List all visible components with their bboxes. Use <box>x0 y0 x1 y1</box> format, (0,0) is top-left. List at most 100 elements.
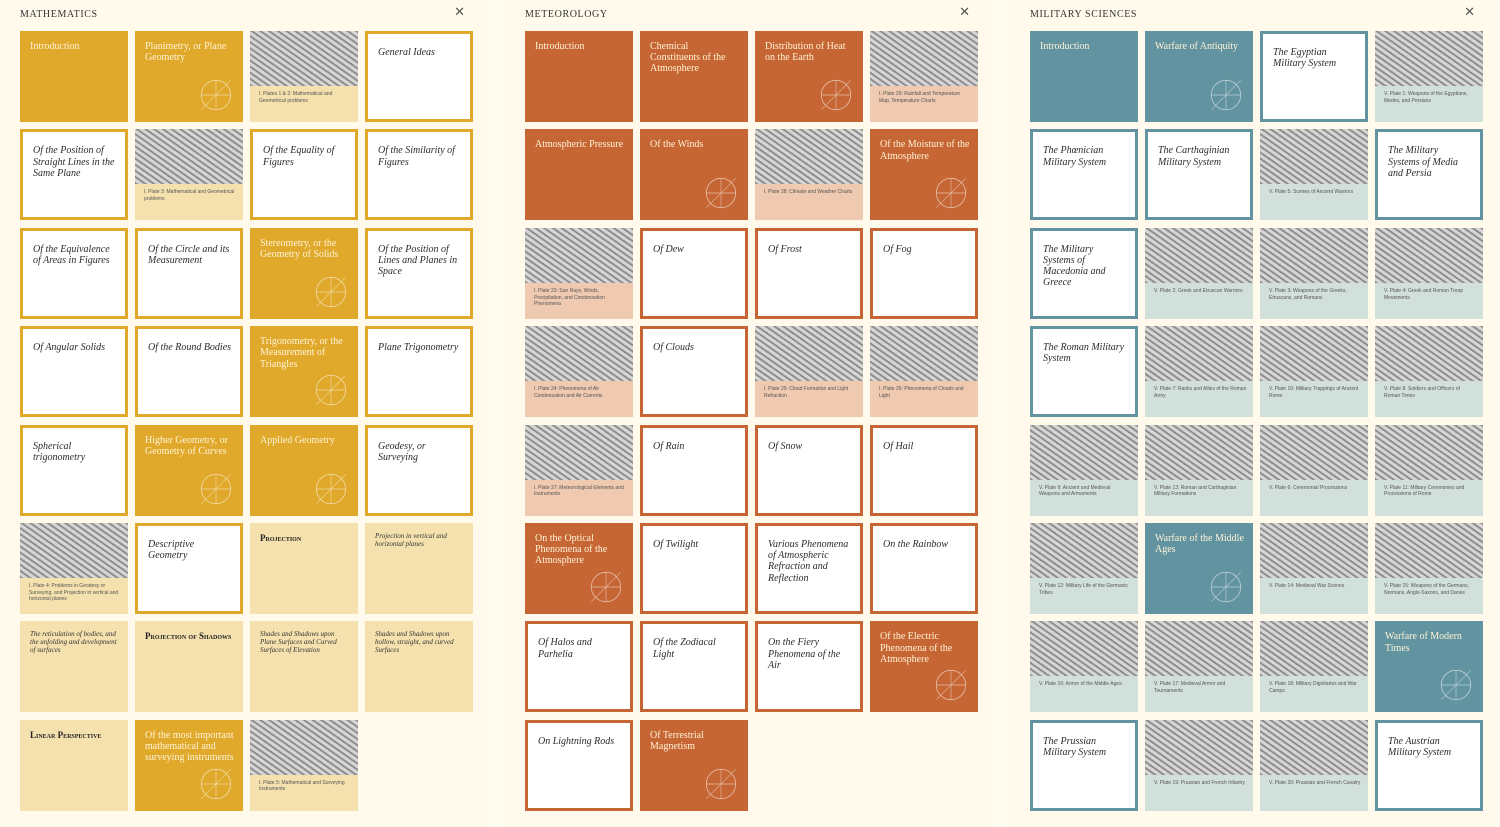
plate-tile[interactable]: I. Plate 29: Rainfall and Temperature Ma… <box>870 31 978 122</box>
topic-tile[interactable]: Of Fog <box>870 227 978 319</box>
plate-tile[interactable]: I. Plate 24: Phenomena of Air Condensati… <box>525 326 633 418</box>
plate-tile[interactable]: V. Plate 5: Scenes of Ancient Warriors <box>1260 129 1368 221</box>
plate-engraving-image <box>1260 522 1368 578</box>
plate-tile[interactable]: V. Plate 4: Greek and Roman Troop Moveme… <box>1375 227 1483 319</box>
section-tile[interactable]: Stereometry, or the Geometry of Solids <box>250 227 358 319</box>
section-tile[interactable]: On the Optical Phenomena of the Atmosphe… <box>525 522 633 614</box>
topic-tile[interactable]: Of Snow <box>755 424 863 516</box>
subtopic-tile[interactable]: Shades and Shadows upon hollow, straight… <box>365 621 473 713</box>
section-tile[interactable]: Warfare of the Middle Ages <box>1145 522 1253 614</box>
topic-tile[interactable]: The Military Systems of Macedonia and Gr… <box>1030 227 1138 319</box>
plate-tile[interactable]: V. Plate 11: Military Ceremonies and Pro… <box>1375 424 1483 516</box>
section-tile[interactable]: Introduction <box>525 31 633 122</box>
section-tile[interactable]: Of the Electric Phenomena of the Atmosph… <box>870 621 978 713</box>
subtopic-tile[interactable]: Linear Perspective <box>20 719 128 811</box>
plate-engraving-image <box>525 424 633 480</box>
plate-tile[interactable]: V. Plate 10: Military Trappings of Ancie… <box>1260 326 1368 418</box>
section-tile[interactable]: Atmospheric Pressure <box>525 129 633 221</box>
topic-tile[interactable]: Descriptive Geometry <box>135 522 243 614</box>
plate-tile[interactable]: I. Plate 23: Sun Rays, Winds, Precipitat… <box>525 227 633 319</box>
plate-tile[interactable]: V. Plate 6: Ceremonial Processions <box>1260 424 1368 516</box>
plate-tile[interactable]: I. Plates 1 & 2: Mathematical and Geomet… <box>250 31 358 122</box>
plate-tile[interactable]: V. Plate 2: Greek and Etruscan Warriors <box>1145 227 1253 319</box>
plate-tile[interactable]: I. Plate 27: Meteorological Elements and… <box>525 424 633 516</box>
plate-tile[interactable]: V. Plate 19: Prussian and French Infantr… <box>1145 719 1253 811</box>
plate-tile[interactable]: V. Plate 12: Military Life of the German… <box>1030 522 1138 614</box>
topic-tile[interactable]: Of the Position of Lines and Planes in S… <box>365 227 473 319</box>
topic-tile[interactable]: Of the Position of Straight Lines in the… <box>20 129 128 221</box>
topic-tile[interactable]: The Carthaginian Military System <box>1145 129 1253 221</box>
plate-tile[interactable]: V. Plate 16: Armor of the Middle Ages <box>1030 621 1138 713</box>
topic-tile[interactable]: Geodesy, or Surveying <box>365 424 473 516</box>
plate-tile[interactable]: I. Plate 26: Phenomena of Clouds and Lig… <box>870 326 978 418</box>
topic-tile[interactable]: Of the Round Bodies <box>135 326 243 418</box>
topic-tile[interactable]: Of Halos and Parhelia <box>525 621 633 713</box>
topic-tile[interactable]: The Prussian Military System <box>1030 719 1138 811</box>
topic-tile[interactable]: Of the Circle and its Measurement <box>135 227 243 319</box>
topic-tile[interactable]: On the Fiery Phenomena of the Air <box>755 621 863 713</box>
section-tile[interactable]: Warfare of Antiquity <box>1145 31 1253 122</box>
section-tile[interactable]: Of the Winds <box>640 129 748 221</box>
tile-label: Planimetry, or Plane Geometry <box>145 41 227 64</box>
subtopic-tile[interactable]: The reticulation of bodies, and the unfo… <box>20 621 128 713</box>
topic-tile[interactable]: Plane Trigonometry <box>365 326 473 418</box>
plate-tile[interactable]: I. Plate 3: Mathematical and Geometrical… <box>135 129 243 221</box>
topic-tile[interactable]: Of Hail <box>870 424 978 516</box>
topic-tile[interactable]: Of Rain <box>640 424 748 516</box>
section-tile[interactable]: Chemical Constituents of the Atmosphere <box>640 31 748 122</box>
plate-caption: V. Plate 1: Weapons of the Egyptians, Me… <box>1384 91 1468 104</box>
topic-tile[interactable]: The Phœnician Military System <box>1030 129 1138 221</box>
topic-tile[interactable]: On Lightning Rods <box>525 719 633 811</box>
plate-tile[interactable]: I. Plate 25: Cloud Formation and Light R… <box>755 326 863 418</box>
section-tile[interactable]: Introduction <box>1030 31 1138 122</box>
topic-tile[interactable]: General Ideas <box>365 31 473 122</box>
plate-tile[interactable]: V. Plate 14: Medieval War Scenes <box>1260 522 1368 614</box>
topic-tile[interactable]: Various Phenomena of Atmospheric Refract… <box>755 522 863 614</box>
topic-tile[interactable]: Of Angular Solids <box>20 326 128 418</box>
close-icon[interactable]: ✕ <box>959 5 970 20</box>
close-icon[interactable]: ✕ <box>454 5 465 20</box>
section-tile[interactable]: Of the Moisture of the Atmosphere <box>870 129 978 221</box>
plate-tile[interactable]: V. Plate 13: Roman and Carthaginian Mili… <box>1145 424 1253 516</box>
topic-tile[interactable]: Of the Equivalence of Areas in Figures <box>20 227 128 319</box>
section-tile[interactable]: Warfare of Modern Times <box>1375 621 1483 713</box>
topic-tile[interactable]: The Military Systems of Media and Persia <box>1375 129 1483 221</box>
plate-tile[interactable]: V. Plate 15: Weapons of the Germans, Nor… <box>1375 522 1483 614</box>
plate-tile[interactable]: I. Plate 4: Problems in Geodesy or Surve… <box>20 522 128 614</box>
section-tile[interactable]: Trigonometry, or the Measurement of Tria… <box>250 326 358 418</box>
plate-tile[interactable]: V. Plate 1: Weapons of the Egyptians, Me… <box>1375 31 1483 122</box>
topic-tile[interactable]: Of Clouds <box>640 326 748 418</box>
topic-tile[interactable]: Of the Zodiacal Light <box>640 621 748 713</box>
topic-tile[interactable]: Spherical trigonometry <box>20 424 128 516</box>
topic-tile[interactable]: Of the Similarity of Figures <box>365 129 473 221</box>
topic-tile[interactable]: The Roman Military System <box>1030 326 1138 418</box>
plate-tile[interactable]: V. Plate 18: Military Dignitaries and Wa… <box>1260 621 1368 713</box>
plate-tile[interactable]: V. Plate 9: Ancient and Medieval Weapons… <box>1030 424 1138 516</box>
topic-tile[interactable]: Of Frost <box>755 227 863 319</box>
section-tile[interactable]: Of Terrestrial Magnetism <box>640 719 748 811</box>
close-icon[interactable]: ✕ <box>1464 5 1475 20</box>
section-tile[interactable]: Of the most important mathematical and s… <box>135 719 243 811</box>
topic-tile[interactable]: The Austrian Military System <box>1375 719 1483 811</box>
plate-tile[interactable]: I. Plate 5: Mathematical and Surveying I… <box>250 719 358 811</box>
plate-tile[interactable]: V. Plate 20: Prussian and French Cavalry <box>1260 719 1368 811</box>
topic-tile[interactable]: Of Dew <box>640 227 748 319</box>
section-tile[interactable]: Distribution of Heat on the Earth <box>755 31 863 122</box>
plate-tile[interactable]: V. Plate 7: Ranks and Allies of the Roma… <box>1145 326 1253 418</box>
section-tile[interactable]: Planimetry, or Plane Geometry <box>135 31 243 122</box>
plate-tile[interactable]: V. Plate 8: Soldiers and Officers of Rom… <box>1375 326 1483 418</box>
topic-tile[interactable]: On the Rainbow <box>870 522 978 614</box>
topic-tile[interactable]: The Egyptian Military System <box>1260 31 1368 122</box>
topic-tile[interactable]: Of the Equality of Figures <box>250 129 358 221</box>
plate-tile[interactable]: I. Plate 28: Climate and Weather Charts <box>755 129 863 221</box>
plate-tile[interactable]: V. Plate 17: Medieval Armor and Tourname… <box>1145 621 1253 713</box>
subtopic-tile[interactable]: Shades and Shadows upon Plane Surfaces a… <box>250 621 358 713</box>
section-tile[interactable]: Introduction <box>20 31 128 122</box>
subtopic-tile[interactable]: Projection of Shadows <box>135 621 243 713</box>
topic-tile[interactable]: Of Twilight <box>640 522 748 614</box>
subtopic-tile[interactable]: Projection <box>250 522 358 614</box>
plate-tile[interactable]: V. Plate 3: Weapons of the Greeks, Etrus… <box>1260 227 1368 319</box>
section-tile[interactable]: Applied Geometry <box>250 424 358 516</box>
subtopic-tile[interactable]: Projection in vertical and horizontal pl… <box>365 522 473 614</box>
section-tile[interactable]: Higher Geometry, or Geometry of Curves <box>135 424 243 516</box>
